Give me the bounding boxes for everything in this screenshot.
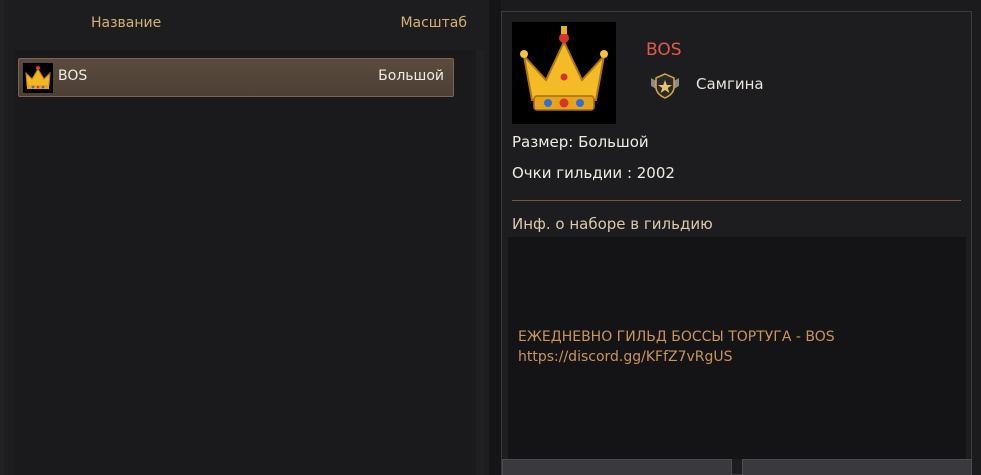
action-button-right[interactable] [742,459,972,475]
guild-list [14,50,476,475]
guild-details-panel: BOS Самгина Размер: Большой Очки гильдии… [501,11,972,475]
recruit-info-box: ЕЖЕДНЕВНО ГИЛЬД БОССЫ ТОРТУГА - BOS http… [508,237,966,459]
action-button-left[interactable] [502,459,732,475]
divider [512,200,961,201]
crown-icon [23,63,53,93]
guild-list-panel: Название Масштаб BOS Большой [4,0,489,475]
panel-divider [489,0,501,475]
guild-points: Очки гильдии : 2002 [512,164,675,182]
master-rank-icon [648,72,682,100]
crown-icon [512,22,616,124]
guild-row-scale: Большой [378,68,444,84]
list-scrollbar[interactable] [476,50,484,475]
guild-size: Размер: Большой [512,133,649,151]
guild-list-row[interactable]: BOS Большой [18,58,454,97]
recruit-info-title: Инф. о наборе в гильдию [512,215,713,233]
column-header-scale[interactable]: Масштаб [400,15,467,31]
guild-leader-name: Самгина [696,75,764,93]
recruit-info-text: ЕЖЕДНЕВНО ГИЛЬД БОССЫ ТОРТУГА - BOS http… [518,329,835,365]
guild-name-title: BOS [646,40,682,60]
guild-row-name: BOS [58,68,88,84]
column-header-name[interactable]: Название [91,15,161,31]
